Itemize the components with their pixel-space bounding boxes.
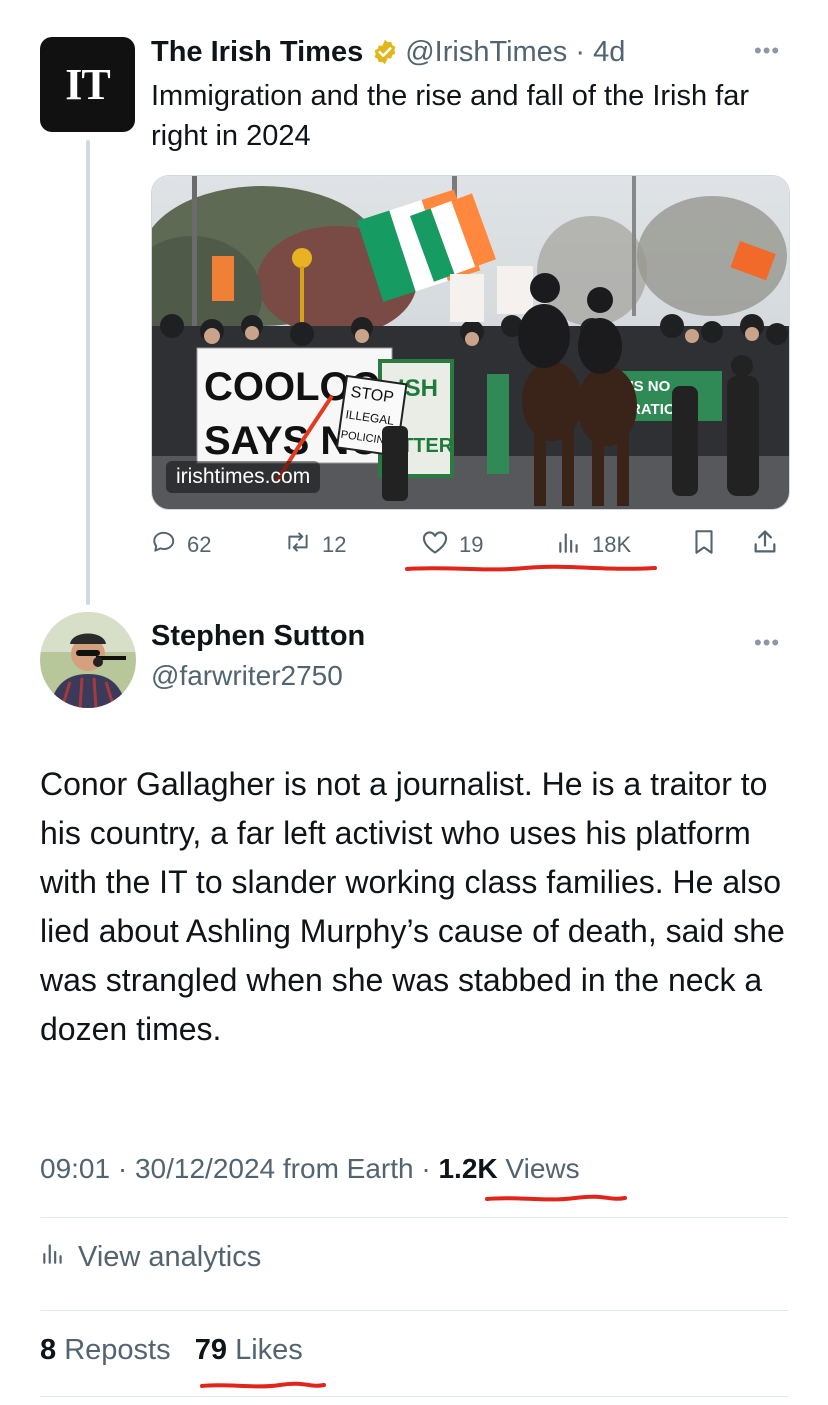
share-button[interactable] <box>751 522 789 568</box>
like-icon <box>421 529 459 561</box>
engagement-stats: 8 Reposts 79 Likes <box>40 1334 303 1367</box>
red-underline-likes <box>200 1381 326 1389</box>
red-underline-views <box>485 1194 627 1202</box>
reposts-link[interactable]: 8 Reposts <box>40 1334 171 1366</box>
view-analytics-button[interactable]: View analytics <box>40 1240 261 1274</box>
repost-count: 12 <box>322 532 347 557</box>
tweet-time[interactable]: 09:01 <box>40 1153 110 1184</box>
share-icon <box>751 528 789 562</box>
author-handle[interactable]: @IrishTimes <box>405 36 567 69</box>
bookmark-button[interactable] <box>691 522 727 568</box>
tweet-date[interactable]: 30/12/2024 <box>135 1153 275 1184</box>
more-options-icon[interactable]: ••• <box>754 630 780 656</box>
thread-line <box>86 140 90 605</box>
verified-badge-icon <box>371 38 399 66</box>
separator-dot: · <box>421 1153 439 1184</box>
like-count: 19 <box>459 532 484 557</box>
divider <box>40 1217 788 1218</box>
red-underline-likes-views <box>405 564 657 572</box>
user-name[interactable]: Stephen Sutton <box>151 620 365 653</box>
reply-count: 62 <box>187 532 212 557</box>
views-label: Views <box>505 1153 580 1184</box>
analytics-icon <box>40 1240 78 1274</box>
likes-link[interactable]: 79 Likes <box>195 1334 303 1366</box>
views-icon <box>556 529 592 561</box>
card-domain: irishtimes.com <box>166 461 321 493</box>
logo-text: IT <box>65 60 110 109</box>
divider <box>40 1310 788 1311</box>
likes-label: Likes <box>235 1334 303 1366</box>
quoted-tweet-header: The Irish Times @IrishTimes · 4d <box>151 30 625 74</box>
tweet-text: Conor Gallagher is not a journalist. He … <box>40 766 785 1047</box>
reply-button[interactable]: 62 <box>151 522 211 568</box>
likes-count: 79 <box>194 1334 228 1366</box>
protest-photo: COOLOCK SAYS NO ISH ATTER STOP ILLEGAL P… <box>152 176 789 509</box>
irish-times-avatar[interactable]: IT <box>40 37 135 132</box>
user-avatar[interactable] <box>40 612 136 708</box>
repost-button[interactable]: 12 <box>284 522 346 568</box>
views-total: 1.2K <box>438 1153 498 1184</box>
more-options-icon[interactable]: ••• <box>754 38 780 64</box>
user-handle[interactable]: @farwriter2750 <box>151 660 343 692</box>
separator-dot: · <box>567 35 594 68</box>
view-analytics-label: View analytics <box>78 1240 262 1273</box>
separator-dot: · <box>117 1153 135 1184</box>
link-card[interactable]: COOLOCK SAYS NO ISH ATTER STOP ILLEGAL P… <box>151 175 790 510</box>
reply-icon <box>151 529 187 561</box>
banner-right-line1: 'S NO <box>630 378 671 395</box>
repost-icon <box>284 529 322 561</box>
reposts-count: 8 <box>40 1334 57 1366</box>
bookmark-icon <box>691 528 727 562</box>
views-count: 18K <box>592 532 632 557</box>
tweet-source: from Earth <box>282 1153 414 1184</box>
author-name[interactable]: The Irish Times <box>151 36 363 69</box>
tweet-meta: 09:01 · 30/12/2024 from Earth · 1.2K Vie… <box>40 1153 580 1185</box>
tweet-age[interactable]: 4d <box>593 36 625 69</box>
reposts-label: Reposts <box>64 1334 171 1366</box>
divider <box>40 1396 788 1397</box>
quoted-tweet-text: Immigration and the rise and fall of the… <box>151 80 750 152</box>
